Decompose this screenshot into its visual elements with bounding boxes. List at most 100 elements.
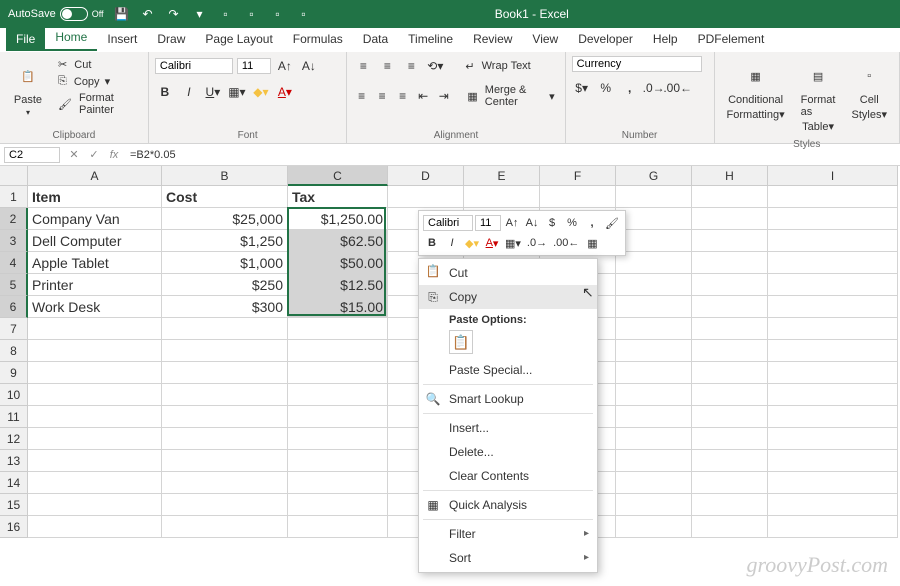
row-header-8[interactable]: 8	[0, 340, 28, 362]
cell-H8[interactable]	[692, 340, 768, 362]
cell-H4[interactable]	[692, 252, 768, 274]
accounting-format-icon[interactable]: $▾	[572, 78, 592, 98]
tab-home[interactable]: Home	[45, 26, 97, 51]
ctx-delete[interactable]: Delete...	[419, 440, 597, 464]
cell-C13[interactable]	[288, 450, 388, 472]
cell-G8[interactable]	[616, 340, 692, 362]
col-header-H[interactable]: H	[692, 166, 768, 186]
cell-C6[interactable]: $15.00	[288, 296, 388, 318]
cell-B9[interactable]	[162, 362, 288, 384]
cell-H15[interactable]	[692, 494, 768, 516]
cell-G11[interactable]	[616, 406, 692, 428]
cell-I13[interactable]	[768, 450, 898, 472]
cell-B7[interactable]	[162, 318, 288, 340]
fill-color-button[interactable]: ◆▾	[251, 82, 271, 102]
tab-pdfelement[interactable]: PDFelement	[688, 28, 775, 51]
cell-B5[interactable]: $250	[162, 274, 288, 296]
cell-G4[interactable]	[616, 252, 692, 274]
cell-A7[interactable]	[28, 318, 162, 340]
cell-A2[interactable]: Company Van	[28, 208, 162, 230]
row-header-7[interactable]: 7	[0, 318, 28, 340]
row-header-1[interactable]: 1	[0, 186, 28, 208]
col-header-C[interactable]: C	[288, 166, 388, 186]
cell-B2[interactable]: $25,000	[162, 208, 288, 230]
undo-icon[interactable]: ↶	[140, 6, 156, 22]
ctx-copy[interactable]: ⎘Copy	[419, 285, 597, 309]
cell-F1[interactable]	[540, 186, 616, 208]
cell-A13[interactable]	[28, 450, 162, 472]
cell-H16[interactable]	[692, 516, 768, 538]
tab-view[interactable]: View	[522, 28, 568, 51]
cell-I2[interactable]	[768, 208, 898, 230]
cell-I16[interactable]	[768, 516, 898, 538]
align-middle-icon[interactable]: ≡	[377, 56, 397, 76]
mini-font-name[interactable]	[423, 215, 473, 231]
cell-A5[interactable]: Printer	[28, 274, 162, 296]
cell-A11[interactable]	[28, 406, 162, 428]
cell-A15[interactable]	[28, 494, 162, 516]
ctx-smart-lookup[interactable]: 🔍Smart Lookup	[419, 387, 597, 411]
conditional-formatting-button[interactable]: ▦ Conditional Formatting▾	[721, 56, 791, 137]
cell-I7[interactable]	[768, 318, 898, 340]
cell-H7[interactable]	[692, 318, 768, 340]
wrap-text-button[interactable]: ↵ Wrap Text	[461, 58, 534, 75]
merge-center-button[interactable]: ▦ Merge & Center ▾	[463, 82, 558, 110]
cell-B14[interactable]	[162, 472, 288, 494]
format-painter-button[interactable]: 🖌 Format Painter	[54, 90, 142, 118]
mini-dec-inc-icon[interactable]: .0→	[525, 234, 549, 252]
cell-I14[interactable]	[768, 472, 898, 494]
cell-B10[interactable]	[162, 384, 288, 406]
cell-A3[interactable]: Dell Computer	[28, 230, 162, 252]
ctx-paste-special[interactable]: Paste Special...	[419, 358, 597, 382]
cell-I5[interactable]	[768, 274, 898, 296]
cell-B11[interactable]	[162, 406, 288, 428]
row-header-11[interactable]: 11	[0, 406, 28, 428]
orientation-icon[interactable]: ⟲▾	[425, 56, 445, 76]
col-header-I[interactable]: I	[768, 166, 898, 186]
cell-H10[interactable]	[692, 384, 768, 406]
tab-review[interactable]: Review	[463, 28, 522, 51]
mini-currency-icon[interactable]: $	[543, 214, 561, 232]
cell-G1[interactable]	[616, 186, 692, 208]
mini-decrease-font-icon[interactable]: A↓	[523, 214, 541, 232]
border-button[interactable]: ▦▾	[227, 82, 247, 102]
ctx-filter[interactable]: Filter▸	[419, 522, 597, 546]
mini-dec-dec-icon[interactable]: .00←	[551, 234, 581, 252]
cell-I15[interactable]	[768, 494, 898, 516]
decrease-decimal-icon[interactable]: .00←	[668, 78, 688, 98]
mini-merge-icon[interactable]: ▦	[583, 234, 601, 252]
col-header-A[interactable]: A	[28, 166, 162, 186]
cell-C11[interactable]	[288, 406, 388, 428]
cell-G7[interactable]	[616, 318, 692, 340]
ctx-quick-analysis[interactable]: ▦Quick Analysis	[419, 493, 597, 517]
row-header-5[interactable]: 5	[0, 274, 28, 296]
row-header-9[interactable]: 9	[0, 362, 28, 384]
cell-G3[interactable]	[616, 230, 692, 252]
cell-G13[interactable]	[616, 450, 692, 472]
font-name-select[interactable]	[155, 58, 233, 74]
cell-G6[interactable]	[616, 296, 692, 318]
cell-B12[interactable]	[162, 428, 288, 450]
cell-I4[interactable]	[768, 252, 898, 274]
cell-I9[interactable]	[768, 362, 898, 384]
cell-A10[interactable]	[28, 384, 162, 406]
qat-icon[interactable]: ▫	[244, 6, 260, 22]
mini-fill-icon[interactable]: ◆▾	[463, 234, 481, 252]
col-header-B[interactable]: B	[162, 166, 288, 186]
cell-H14[interactable]	[692, 472, 768, 494]
cell-H2[interactable]	[692, 208, 768, 230]
paste-option-icon[interactable]: 📋	[449, 330, 473, 354]
row-header-10[interactable]: 10	[0, 384, 28, 406]
mini-comma-icon[interactable]: ,	[583, 214, 601, 232]
row-header-4[interactable]: 4	[0, 252, 28, 274]
font-size-select[interactable]	[237, 58, 271, 74]
cell-C5[interactable]: $12.50	[288, 274, 388, 296]
cell-C14[interactable]	[288, 472, 388, 494]
mini-font-size[interactable]	[475, 215, 501, 231]
cell-B1[interactable]: Cost	[162, 186, 288, 208]
cell-H12[interactable]	[692, 428, 768, 450]
mini-increase-font-icon[interactable]: A↑	[503, 214, 521, 232]
indent-inc-icon[interactable]: ⇥	[435, 86, 452, 106]
save-icon[interactable]: 💾	[114, 6, 130, 22]
row-header-13[interactable]: 13	[0, 450, 28, 472]
